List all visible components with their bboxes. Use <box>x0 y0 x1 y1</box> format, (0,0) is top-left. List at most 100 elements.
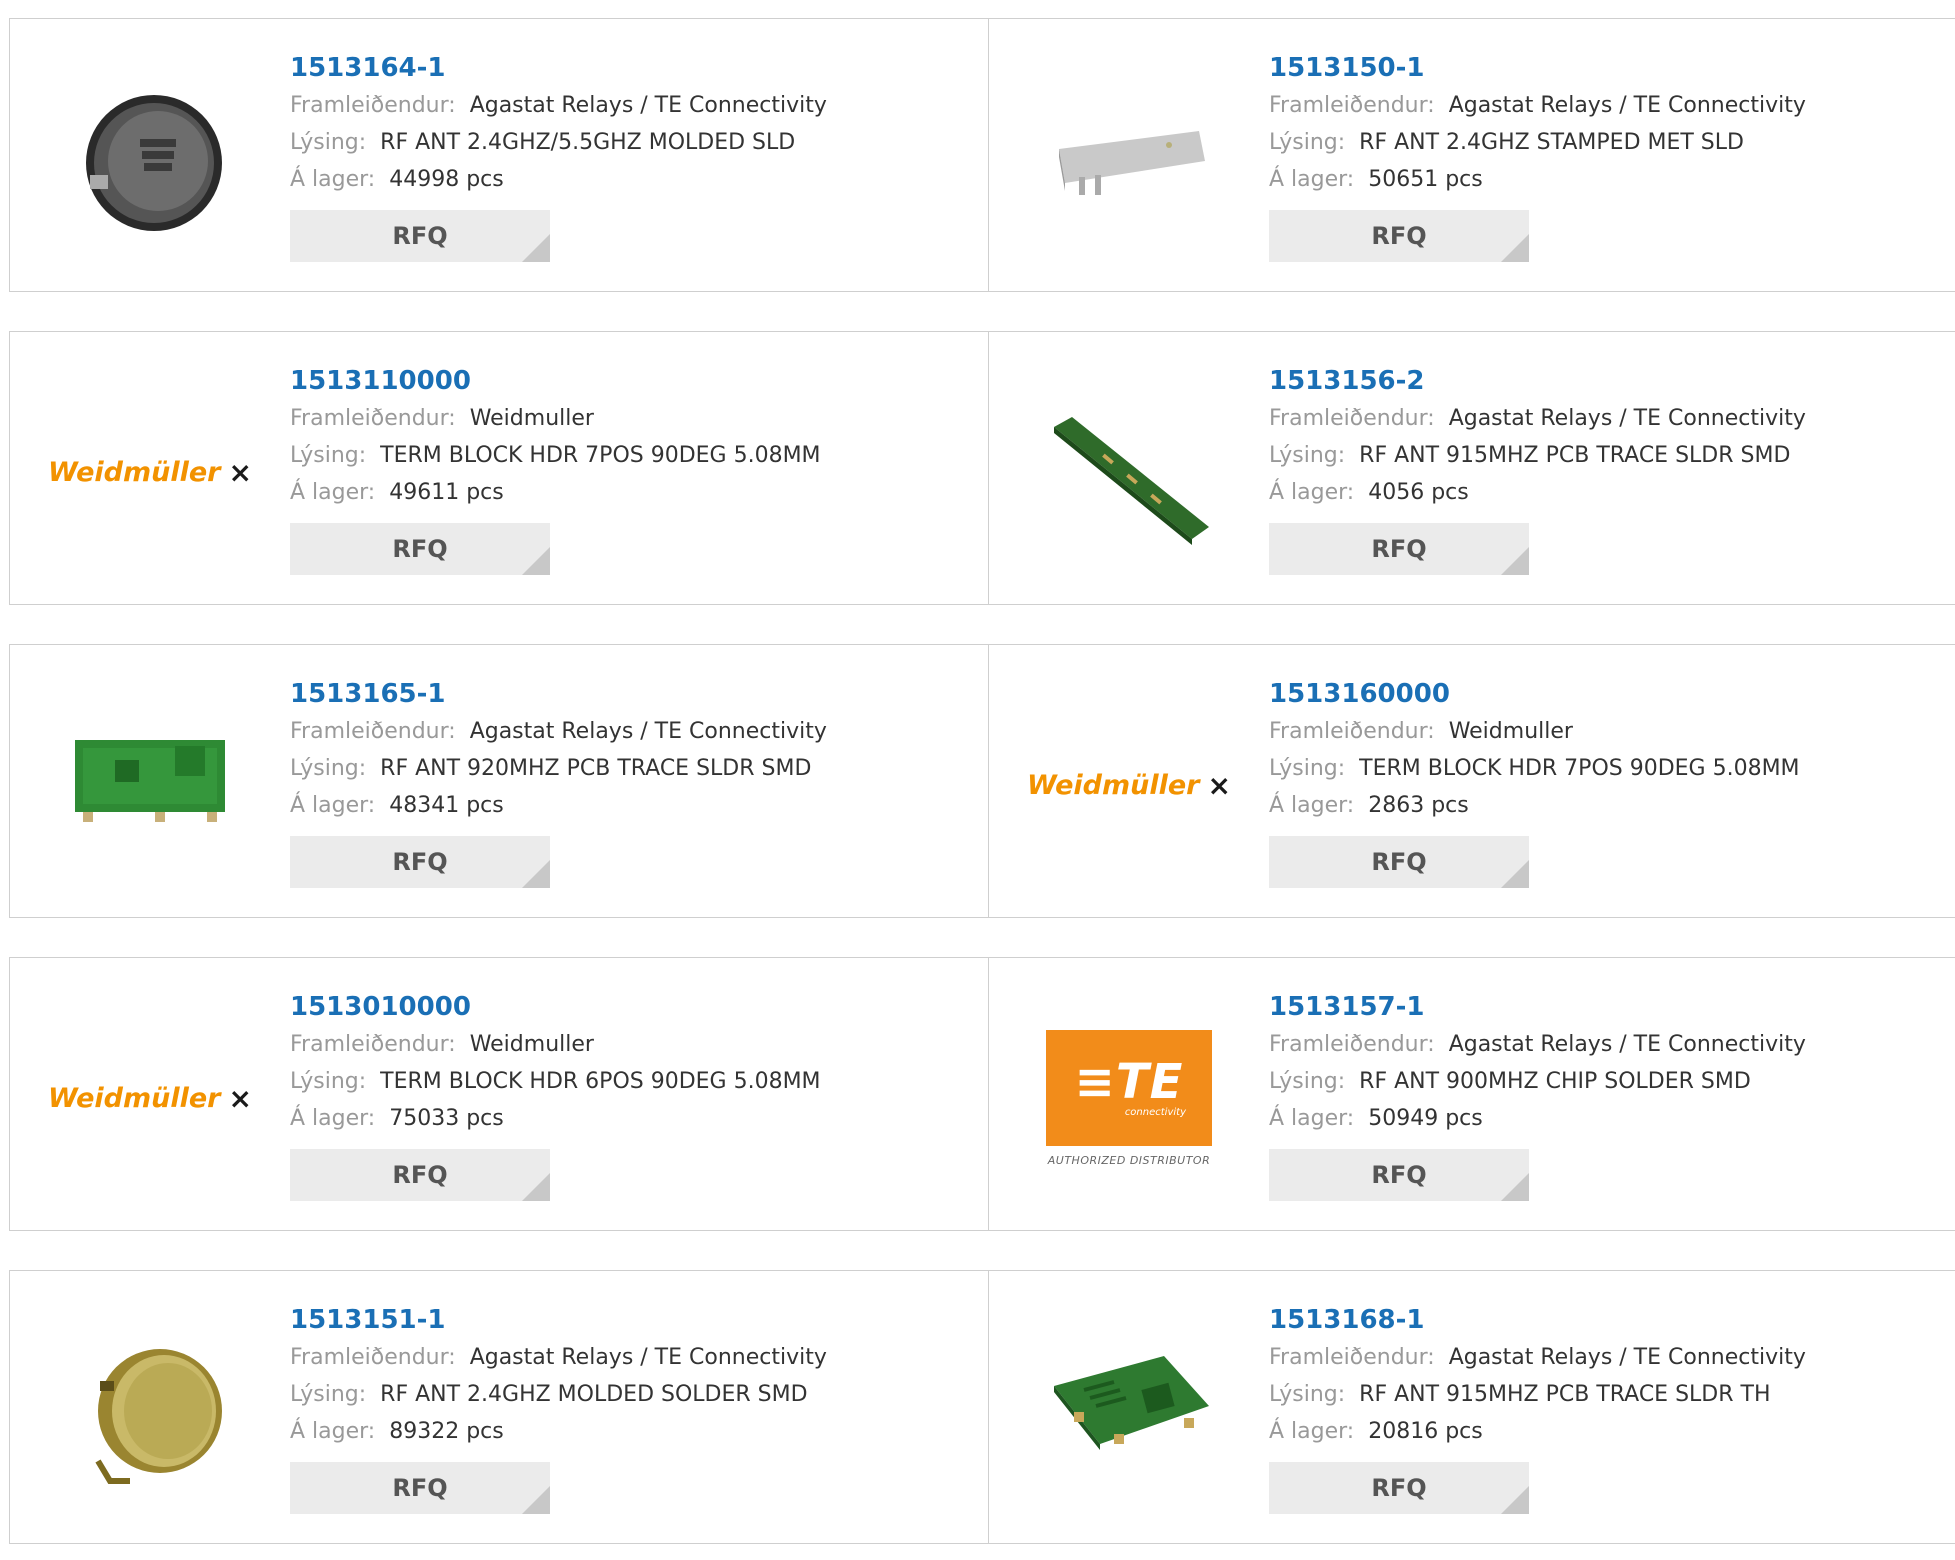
manufacturer-row: Framleiðendur: Agastat Relays / TE Connec… <box>290 1339 827 1376</box>
part-number-link[interactable]: 1513156-2 <box>1269 362 1806 400</box>
product-info: 1513160000 Framleiðendur: Weidmuller Lýsi… <box>1269 675 1800 888</box>
manufacturer-label: Framleiðendur: <box>290 1032 456 1057</box>
product-card: 1513150-1 Framleiðendur: Agastat Relays /… <box>989 19 1955 291</box>
rfq-button[interactable]: RFQ <box>290 1149 550 1201</box>
stock-label: Á lager: <box>290 793 376 818</box>
product-row: 1513151-1 Framleiðendur: Agastat Relays /… <box>9 1270 1955 1544</box>
manufacturer-row: Framleiðendur: Weidmuller <box>290 400 821 437</box>
stock-value: 48341 pcs <box>389 793 504 818</box>
rfq-button-label: RFQ <box>1371 848 1427 876</box>
part-number-link[interactable]: 1513010000 <box>290 988 821 1026</box>
manufacturer-row: Framleiðendur: Weidmuller <box>290 1026 821 1063</box>
description-value: TERM BLOCK HDR 7POS 90DEG 5.08MM <box>1359 756 1800 781</box>
description-row: Lýsing: TERM BLOCK HDR 7POS 90DEG 5.08MM <box>1269 750 1800 787</box>
description-row: Lýsing: RF ANT 900MHZ CHIP SOLDER SMD <box>1269 1063 1806 1100</box>
part-number-link[interactable]: 1513151-1 <box>290 1301 827 1339</box>
description-label: Lýsing: <box>290 130 367 155</box>
manufacturer-row: Framleiðendur: Agastat Relays / TE Connec… <box>290 87 827 124</box>
description-row: Lýsing: RF ANT 915MHZ PCB TRACE SLDR TH <box>1269 1376 1806 1413</box>
rfq-button[interactable]: RFQ <box>1269 210 1529 262</box>
product-image[interactable] <box>1029 372 1229 572</box>
rfq-button[interactable]: RFQ <box>290 1462 550 1514</box>
manufacturer-label: Framleiðendur: <box>1269 1345 1435 1370</box>
product-image[interactable] <box>1029 1311 1229 1511</box>
product-image[interactable] <box>50 59 250 259</box>
rfq-button-label: RFQ <box>392 1474 448 1502</box>
rfq-button-label: RFQ <box>1371 1474 1427 1502</box>
rfq-corner-decoration <box>522 1173 550 1201</box>
product-card: Weidmüller ⨯ 1513110000 Framleiðendur: We… <box>10 332 980 604</box>
rfq-button[interactable]: RFQ <box>1269 1462 1529 1514</box>
product-image[interactable]: Weidmüller ⨯ <box>48 372 252 572</box>
stock-row: Á lager: 20816 pcs <box>1269 1413 1806 1450</box>
description-label: Lýsing: <box>290 1382 367 1407</box>
description-value: RF ANT 900MHZ CHIP SOLDER SMD <box>1359 1069 1751 1094</box>
rfq-button[interactable]: RFQ <box>1269 1149 1529 1201</box>
stock-row: Á lager: 50651 pcs <box>1269 161 1806 198</box>
rfq-corner-decoration <box>522 547 550 575</box>
product-image[interactable] <box>50 685 250 885</box>
manufacturer-row: Framleiðendur: Agastat Relays / TE Connec… <box>1269 1339 1806 1376</box>
manufacturer-label: Framleiðendur: <box>1269 1032 1435 1057</box>
description-value: RF ANT 2.4GHZ MOLDED SOLDER SMD <box>380 1382 808 1407</box>
rfq-corner-decoration <box>1501 1173 1529 1201</box>
manufacturer-label: Framleiðendur: <box>290 719 456 744</box>
weidmuller-logo-text: Weidmüller <box>1027 769 1200 801</box>
product-info: 1513157-1 Framleiðendur: Agastat Relays /… <box>1269 988 1806 1201</box>
product-image[interactable] <box>1029 59 1229 259</box>
stock-label: Á lager: <box>1269 793 1355 818</box>
weidmuller-mark-icon: ⨯ <box>228 1081 252 1115</box>
stock-label: Á lager: <box>290 480 376 505</box>
product-image[interactable]: Weidmüller ⨯ <box>48 998 252 1198</box>
stock-row: Á lager: 49611 pcs <box>290 474 821 511</box>
rfq-button-label: RFQ <box>392 535 448 563</box>
rfq-button[interactable]: RFQ <box>290 523 550 575</box>
product-row: 1513164-1 Framleiðendur: Agastat Relays /… <box>9 18 1955 292</box>
manufacturer-value: Weidmuller <box>1448 719 1573 744</box>
product-card: ≡TE connectivity AUTHORIZED DISTRIBUTOR … <box>989 958 1955 1230</box>
description-row: Lýsing: RF ANT 2.4GHZ MOLDED SOLDER SMD <box>290 1376 827 1413</box>
manufacturer-value: Agastat Relays / TE Connectivity <box>1448 1345 1806 1370</box>
rfq-button-label: RFQ <box>1371 535 1427 563</box>
rfq-button-label: RFQ <box>392 848 448 876</box>
rfq-button[interactable]: RFQ <box>1269 523 1529 575</box>
stock-label: Á lager: <box>1269 480 1355 505</box>
part-number-link[interactable]: 1513110000 <box>290 362 821 400</box>
manufacturer-row: Framleiðendur: Agastat Relays / TE Connec… <box>290 713 827 750</box>
product-grid: 1513164-1 Framleiðendur: Agastat Relays /… <box>0 0 1955 1560</box>
weidmuller-mark-icon: ⨯ <box>228 455 252 489</box>
description-row: Lýsing: TERM BLOCK HDR 7POS 90DEG 5.08MM <box>290 437 821 474</box>
product-card: 1513156-2 Framleiðendur: Agastat Relays /… <box>989 332 1955 604</box>
part-number-link[interactable]: 1513165-1 <box>290 675 827 713</box>
stock-row: Á lager: 48341 pcs <box>290 787 827 824</box>
rfq-button[interactable]: RFQ <box>290 210 550 262</box>
product-info: 1513164-1 Framleiðendur: Agastat Relays /… <box>290 49 827 262</box>
stock-label: Á lager: <box>290 1106 376 1131</box>
product-card: 1513168-1 Framleiðendur: Agastat Relays /… <box>989 1271 1955 1543</box>
rfq-button[interactable]: RFQ <box>1269 836 1529 888</box>
product-image[interactable]: ≡TE connectivity AUTHORIZED DISTRIBUTOR <box>1029 998 1229 1198</box>
rfq-button-label: RFQ <box>392 222 448 250</box>
part-number-link[interactable]: 1513157-1 <box>1269 988 1806 1026</box>
part-number-link[interactable]: 1513150-1 <box>1269 49 1806 87</box>
rfq-corner-decoration <box>1501 1486 1529 1514</box>
manufacturer-value: Agastat Relays / TE Connectivity <box>469 719 827 744</box>
rfq-corner-decoration <box>522 860 550 888</box>
product-card: 1513151-1 Framleiðendur: Agastat Relays /… <box>10 1271 980 1543</box>
stock-value: 44998 pcs <box>389 167 504 192</box>
part-number-link[interactable]: 1513168-1 <box>1269 1301 1806 1339</box>
description-label: Lýsing: <box>1269 130 1346 155</box>
stock-row: Á lager: 44998 pcs <box>290 161 827 198</box>
manufacturer-value: Agastat Relays / TE Connectivity <box>1448 1032 1806 1057</box>
part-number-link[interactable]: 1513160000 <box>1269 675 1800 713</box>
rfq-button[interactable]: RFQ <box>290 836 550 888</box>
weidmuller-logo: Weidmüller ⨯ <box>48 1082 252 1115</box>
product-image[interactable]: Weidmüller ⨯ <box>1027 685 1231 885</box>
stock-row: Á lager: 2863 pcs <box>1269 787 1800 824</box>
product-image[interactable] <box>50 1311 250 1511</box>
stock-row: Á lager: 75033 pcs <box>290 1100 821 1137</box>
stock-label: Á lager: <box>290 167 376 192</box>
part-number-link[interactable]: 1513164-1 <box>290 49 827 87</box>
description-value: TERM BLOCK HDR 6POS 90DEG 5.08MM <box>380 1069 821 1094</box>
stock-value: 75033 pcs <box>389 1106 504 1131</box>
